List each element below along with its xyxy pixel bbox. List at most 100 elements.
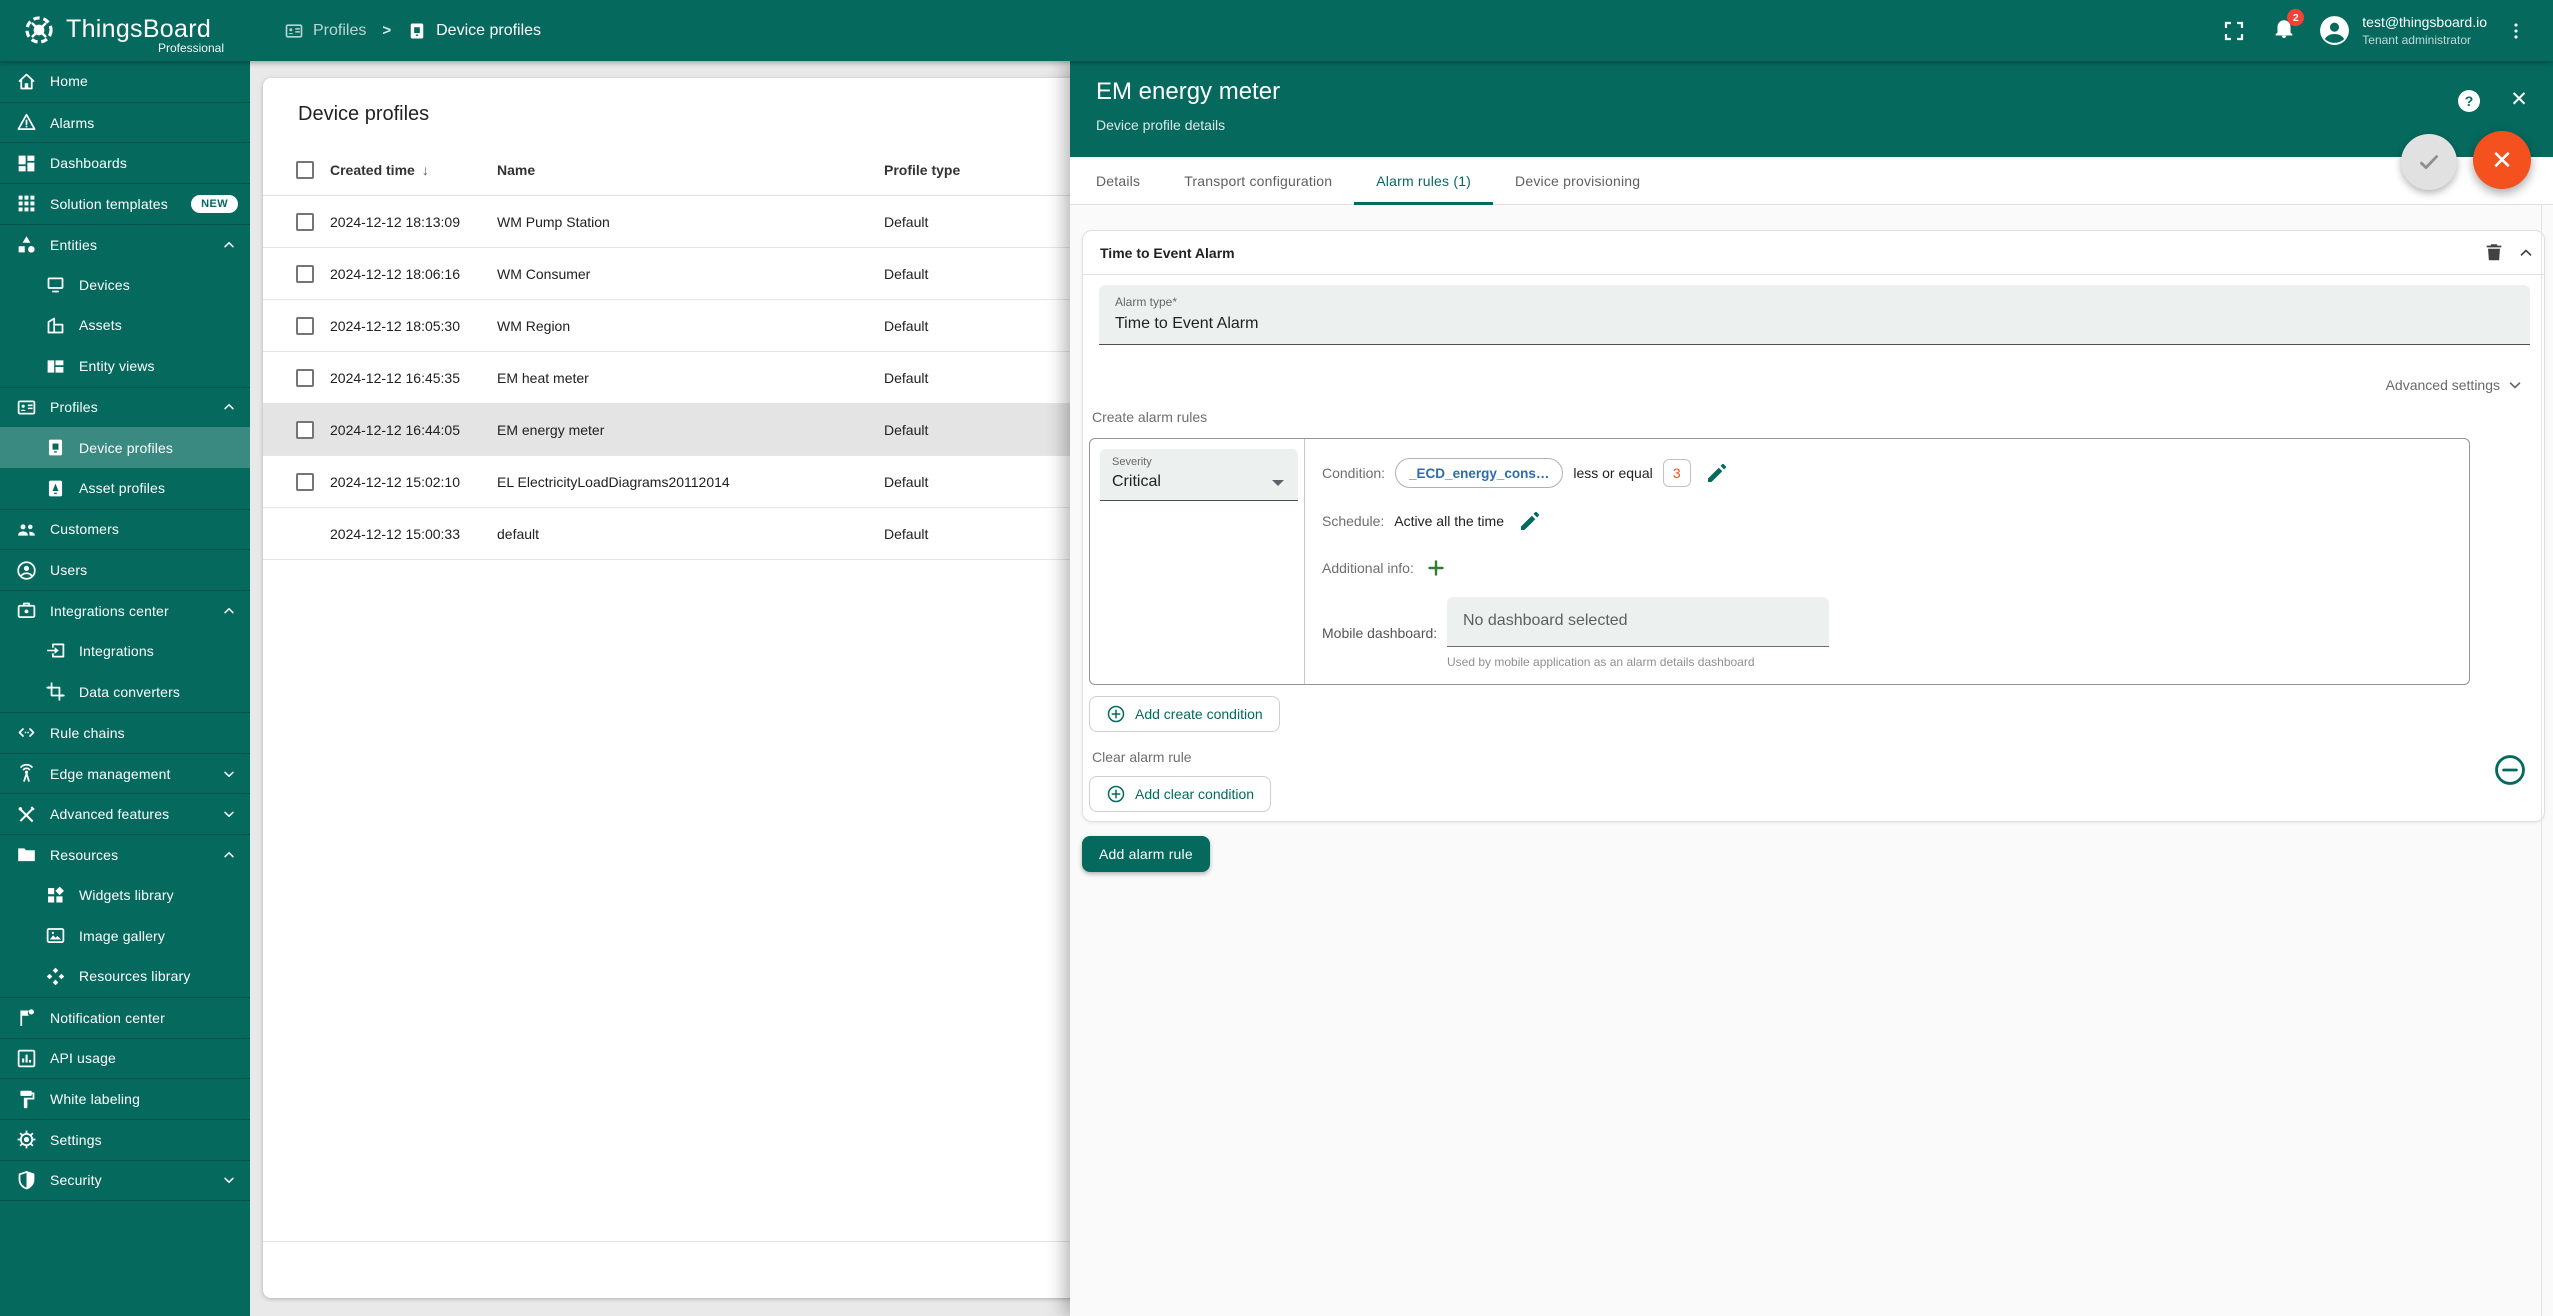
breadcrumb-device-profiles[interactable]: Device profiles [407,21,541,41]
data-converters-icon [45,681,66,702]
chevron-down-icon [221,1172,237,1188]
sidebar-item-resources-library[interactable]: Resources library [0,956,250,997]
sidebar-item-advanced-features[interactable]: Advanced features [0,793,250,834]
sidebar-item-entity-views[interactable]: Entity views [0,346,250,387]
sidebar-item-data-converters[interactable]: Data converters [0,671,250,712]
row-checkbox[interactable] [296,265,314,283]
cancel-changes-fab[interactable]: ✕ [2473,131,2531,189]
topbar: ThingsBoard Professional Profiles > Devi… [0,0,2553,61]
sidebar-item-rule-chains[interactable]: Rule chains [0,712,250,753]
sidebar-item-widgets-library[interactable]: Widgets library [0,875,250,916]
row-checkbox[interactable] [296,473,314,491]
help-icon[interactable]: ? [2458,90,2480,112]
sidebar-item-edge-management[interactable]: Edge management [0,753,250,794]
sidebar-item-label: Integrations [79,643,154,659]
add-create-condition-button[interactable]: Add create condition [1089,696,1280,732]
close-icon[interactable]: ✕ [2506,86,2532,112]
alarm-type-field[interactable]: Alarm type* Time to Event Alarm [1099,285,2530,345]
home-icon [16,71,37,92]
add-additional-info-icon[interactable] [1424,556,1448,580]
sidebar-item-api-usage[interactable]: API usage [0,1038,250,1079]
asset-profiles-icon [45,478,66,499]
sidebar-item-white-labeling[interactable]: White labeling [0,1078,250,1119]
schedule-row: Schedule: Active all the time [1322,505,1542,537]
sidebar-item-users[interactable]: Users [0,549,250,590]
select-all-checkbox[interactable] [296,161,314,179]
sidebar-item-asset-profiles[interactable]: Asset profiles [0,468,250,509]
sidebar-item-profiles[interactable]: Profiles [0,387,250,428]
sidebar-item-integrations-center[interactable]: Integrations center [0,590,250,631]
delete-alarm-rule-icon[interactable] [2483,241,2505,263]
apply-changes-fab[interactable] [2401,134,2457,190]
breadcrumb-separator: > [382,22,391,39]
edit-schedule-icon[interactable] [1518,509,1542,533]
alarm-rule-card: Time to Event Alarm Alarm type* Time to … [1082,230,2545,822]
advanced-features-icon [16,804,37,825]
resources-library-icon [45,966,66,987]
kebab-menu-icon[interactable] [2505,20,2527,42]
tab-device-provisioning[interactable]: Device provisioning [1493,157,1662,205]
create-alarm-rules-label: Create alarm rules [1092,409,1207,425]
sidebar-item-image-gallery[interactable]: Image gallery [0,915,250,956]
advanced-settings-toggle[interactable]: Advanced settings [2386,376,2524,394]
sidebar-item-customers[interactable]: Customers [0,509,250,550]
user-avatar[interactable] [2318,14,2351,47]
tab-transport-configuration[interactable]: Transport configuration [1162,157,1354,205]
fullscreen-icon[interactable] [2222,19,2246,43]
chevron-up-icon [221,847,237,863]
alarm-rule-condition-row: Severity Critical Condition: _ECD_energy… [1089,438,2470,685]
breadcrumb-profiles[interactable]: Profiles [284,21,366,41]
column-header-name[interactable]: Name [497,144,535,196]
sidebar-item-label: Rule chains [50,725,125,741]
row-checkbox[interactable] [296,317,314,335]
chevron-up-icon [221,237,237,253]
app-edition: Professional [84,41,224,55]
sidebar-item-label: White labeling [50,1091,140,1107]
sidebar-item-resources[interactable]: Resources [0,834,250,875]
customers-icon [16,519,37,540]
column-header-created-time[interactable]: Created time ↓ [330,144,429,196]
sidebar-item-solution-templates[interactable]: Solution templatesNEW [0,183,250,224]
sidebar-item-settings[interactable]: Settings [0,1119,250,1160]
edit-condition-icon[interactable] [1705,461,1729,485]
breadcrumb-device-profiles-label: Device profiles [436,22,541,40]
row-checkbox[interactable] [296,369,314,387]
sidebar-item-device-profiles[interactable]: Device profiles [0,427,250,468]
remove-rule-row-icon[interactable] [2493,753,2527,787]
sidebar-item-alarms[interactable]: Alarms [0,102,250,143]
sidebar-item-assets[interactable]: Assets [0,305,250,346]
additional-info-label: Additional info: [1322,560,1414,576]
sidebar-item-dashboards[interactable]: Dashboards [0,142,250,183]
panel-tabs: DetailsTransport configurationAlarm rule… [1070,157,2553,205]
column-header-profile-type[interactable]: Profile type [884,144,960,196]
entities-icon [16,234,37,255]
devices-icon [45,274,66,295]
cell-name: WM Consumer [497,248,590,300]
user-info[interactable]: test@thingsboard.io Tenant administrator [2362,13,2487,48]
integrations-icon [45,640,66,661]
row-checkbox[interactable] [296,421,314,439]
sidebar-item-notification-center[interactable]: Notification center [0,997,250,1038]
tab-alarm-rules-1[interactable]: Alarm rules (1) [1354,157,1493,205]
mobile-dashboard-select[interactable]: No dashboard selected [1447,597,1829,647]
sidebar-item-home[interactable]: Home [0,61,250,102]
tab-details[interactable]: Details [1074,157,1162,205]
app-logo[interactable]: ThingsBoard Professional [20,0,240,61]
severity-select[interactable]: Severity Critical [1100,449,1298,501]
sidebar-item-security[interactable]: Security [0,1160,250,1201]
sidebar-item-label: Devices [79,277,130,293]
collapse-alarm-rule-icon[interactable] [2517,244,2535,262]
user-email: test@thingsboard.io [2362,13,2487,32]
sidebar-item-entities[interactable]: Entities [0,224,250,265]
sidebar-item-integrations[interactable]: Integrations [0,631,250,672]
row-checkbox[interactable] [296,213,314,231]
sidebar-item-label: Home [50,73,88,89]
cell-profile-type: Default [884,508,928,560]
condition-key-chip[interactable]: _ECD_energy_cons… [1395,458,1563,488]
add-clear-condition-button[interactable]: Add clear condition [1089,776,1271,812]
mobile-dashboard-hint: Used by mobile application as an alarm d… [1447,655,1755,669]
cell-created-time: 2024-12-12 18:13:09 [330,196,460,248]
add-alarm-rule-button[interactable]: Add alarm rule [1082,836,1210,872]
page-title: Device profiles [298,103,429,126]
sidebar-item-devices[interactable]: Devices [0,264,250,305]
